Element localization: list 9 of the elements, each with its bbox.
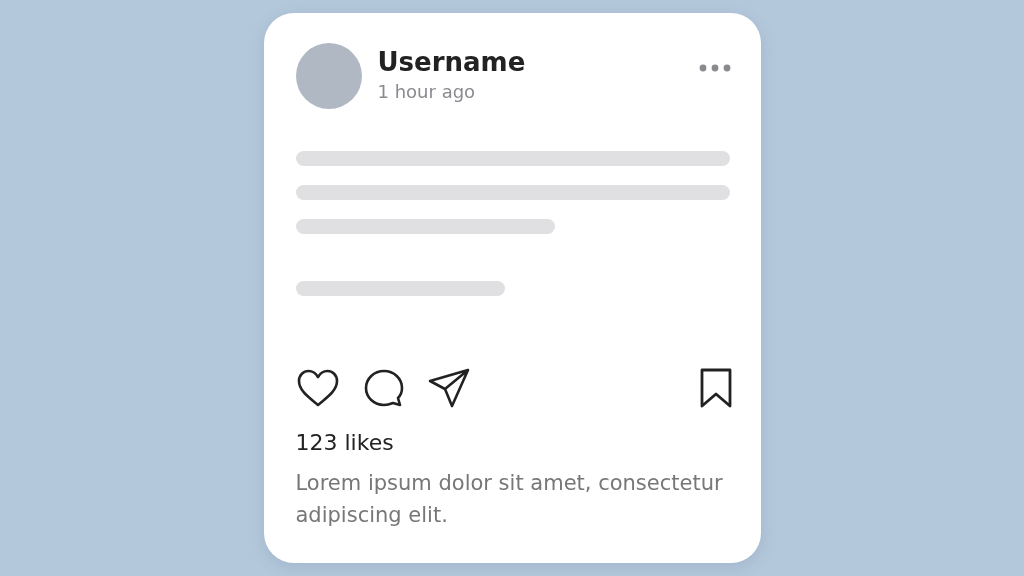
more-options-icon[interactable]: [698, 64, 731, 72]
post-time: 1 hour ago: [377, 80, 477, 102]
username[interactable]: Username: [377, 46, 699, 77]
heart-icon[interactable]: [295, 368, 340, 408]
post-caption: Lorem ipsum dolor sit amet, consectetur adipiscing elit.: [295, 470, 724, 529]
bookmark-icon[interactable]: [699, 368, 732, 408]
likes-count: 123 likes: [295, 430, 395, 455]
send-icon[interactable]: [427, 368, 470, 408]
comment-icon[interactable]: [363, 368, 404, 408]
